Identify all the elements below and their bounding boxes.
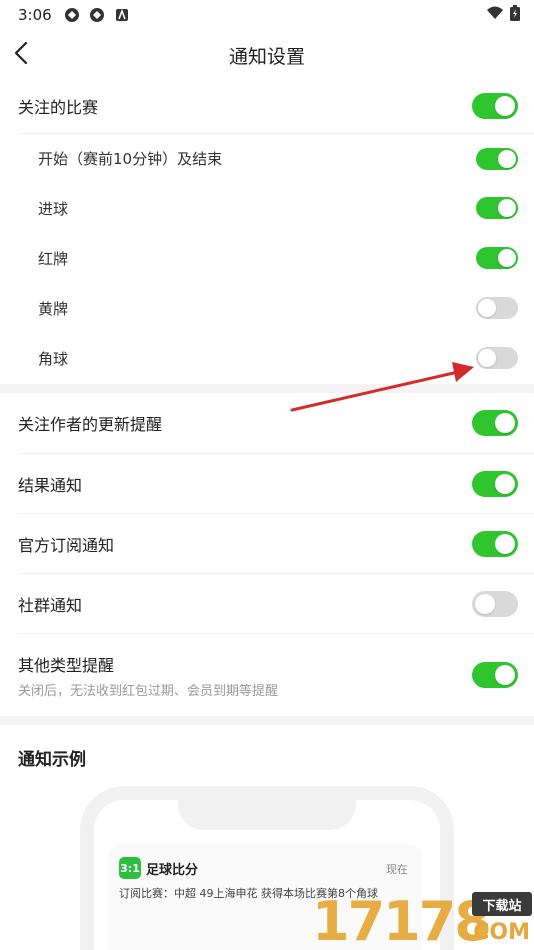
setting-label: 关注作者的更新提醒	[18, 415, 163, 434]
yellow-card-toggle[interactable]	[476, 297, 518, 319]
community-toggle[interactable]	[472, 590, 518, 617]
toggle-knob	[498, 249, 516, 267]
toggle-knob	[498, 149, 516, 168]
setting-hint: 关闭后，无法收到红包过期、会员到期等提醒	[18, 683, 279, 699]
status-bar: 3:06	[0, 0, 534, 30]
setting-row-corner: 角球	[0, 333, 534, 383]
section-gap	[0, 716, 534, 725]
app-notification-icon	[89, 7, 105, 23]
toggle-knob	[495, 665, 515, 685]
red-card-toggle[interactable]	[476, 247, 518, 269]
phone-notch	[178, 786, 356, 830]
official-subscription-toggle[interactable]	[472, 530, 518, 557]
wifi-icon	[486, 6, 504, 24]
setting-label: 关注的比赛	[18, 98, 99, 117]
author-update-toggle[interactable]	[472, 410, 518, 436]
app-notification-icon	[114, 7, 130, 23]
setting-label: 结果通知	[18, 475, 83, 495]
goal-toggle[interactable]	[476, 197, 518, 219]
battery-icon	[510, 5, 520, 25]
score-app-icon: 3:1	[119, 857, 141, 879]
setting-row-other-types: 其他类型提醒 关闭后，无法收到红包过期、会员到期等提醒	[0, 634, 534, 716]
setting-label: 社群通知	[18, 595, 83, 615]
setting-label: 黄牌	[38, 299, 69, 318]
toggle-knob	[498, 199, 516, 217]
other-types-toggle[interactable]	[472, 662, 518, 688]
notification-time: 现在	[386, 863, 408, 876]
setting-row-match-follow: 关注的比赛	[0, 80, 534, 132]
setting-label: 进球	[38, 199, 69, 218]
setting-row-red-card: 红牌	[0, 233, 534, 283]
toggle-knob	[478, 299, 496, 317]
notification-app-name: 足球比分	[146, 863, 199, 878]
setting-row-goal: 进球	[0, 183, 534, 233]
setting-row-community: 社群通知	[0, 574, 534, 633]
toggle-knob	[495, 533, 515, 554]
match-start-end-toggle[interactable]	[476, 147, 518, 170]
nav-bar: 通知设置	[0, 30, 534, 80]
setting-label: 官方订阅通知	[18, 535, 115, 555]
example-section-title: 通知示例	[18, 750, 86, 770]
match-follow-toggle[interactable]	[472, 93, 518, 119]
setting-label: 红牌	[38, 249, 69, 268]
setting-label: 开始（赛前10分钟）及结束	[38, 150, 223, 168]
watermark-badge: 下载站	[472, 892, 532, 916]
corner-toggle[interactable]	[476, 347, 518, 369]
watermark-digits: 17178	[312, 890, 492, 950]
setting-row-official-subscription: 官方订阅通知	[0, 514, 534, 573]
section-gap	[0, 384, 534, 393]
setting-label: 其他类型提醒	[18, 655, 115, 675]
status-right	[486, 5, 520, 25]
watermark-suffix: .COM	[464, 920, 530, 945]
setting-row-yellow-card: 黄牌	[0, 283, 534, 333]
toggle-knob	[495, 473, 515, 494]
app-notification-icon	[64, 7, 80, 23]
toggle-knob	[495, 413, 515, 433]
setting-label: 角球	[38, 349, 69, 368]
setting-row-match-start-end: 开始（赛前10分钟）及结束	[0, 134, 534, 183]
back-button[interactable]	[6, 40, 36, 70]
result-notice-toggle[interactable]	[472, 470, 518, 497]
toggle-knob	[478, 349, 496, 367]
setting-row-result-notice: 结果通知	[0, 454, 534, 513]
site-watermark: 17178 下载站 .COM	[312, 888, 534, 950]
status-time: 3:06	[18, 6, 52, 24]
setting-row-author-update: 关注作者的更新提醒	[0, 393, 534, 453]
toggle-knob	[475, 593, 495, 614]
chevron-left-icon	[14, 41, 28, 69]
toggle-knob	[495, 96, 515, 116]
page-title: 通知设置	[228, 45, 305, 68]
